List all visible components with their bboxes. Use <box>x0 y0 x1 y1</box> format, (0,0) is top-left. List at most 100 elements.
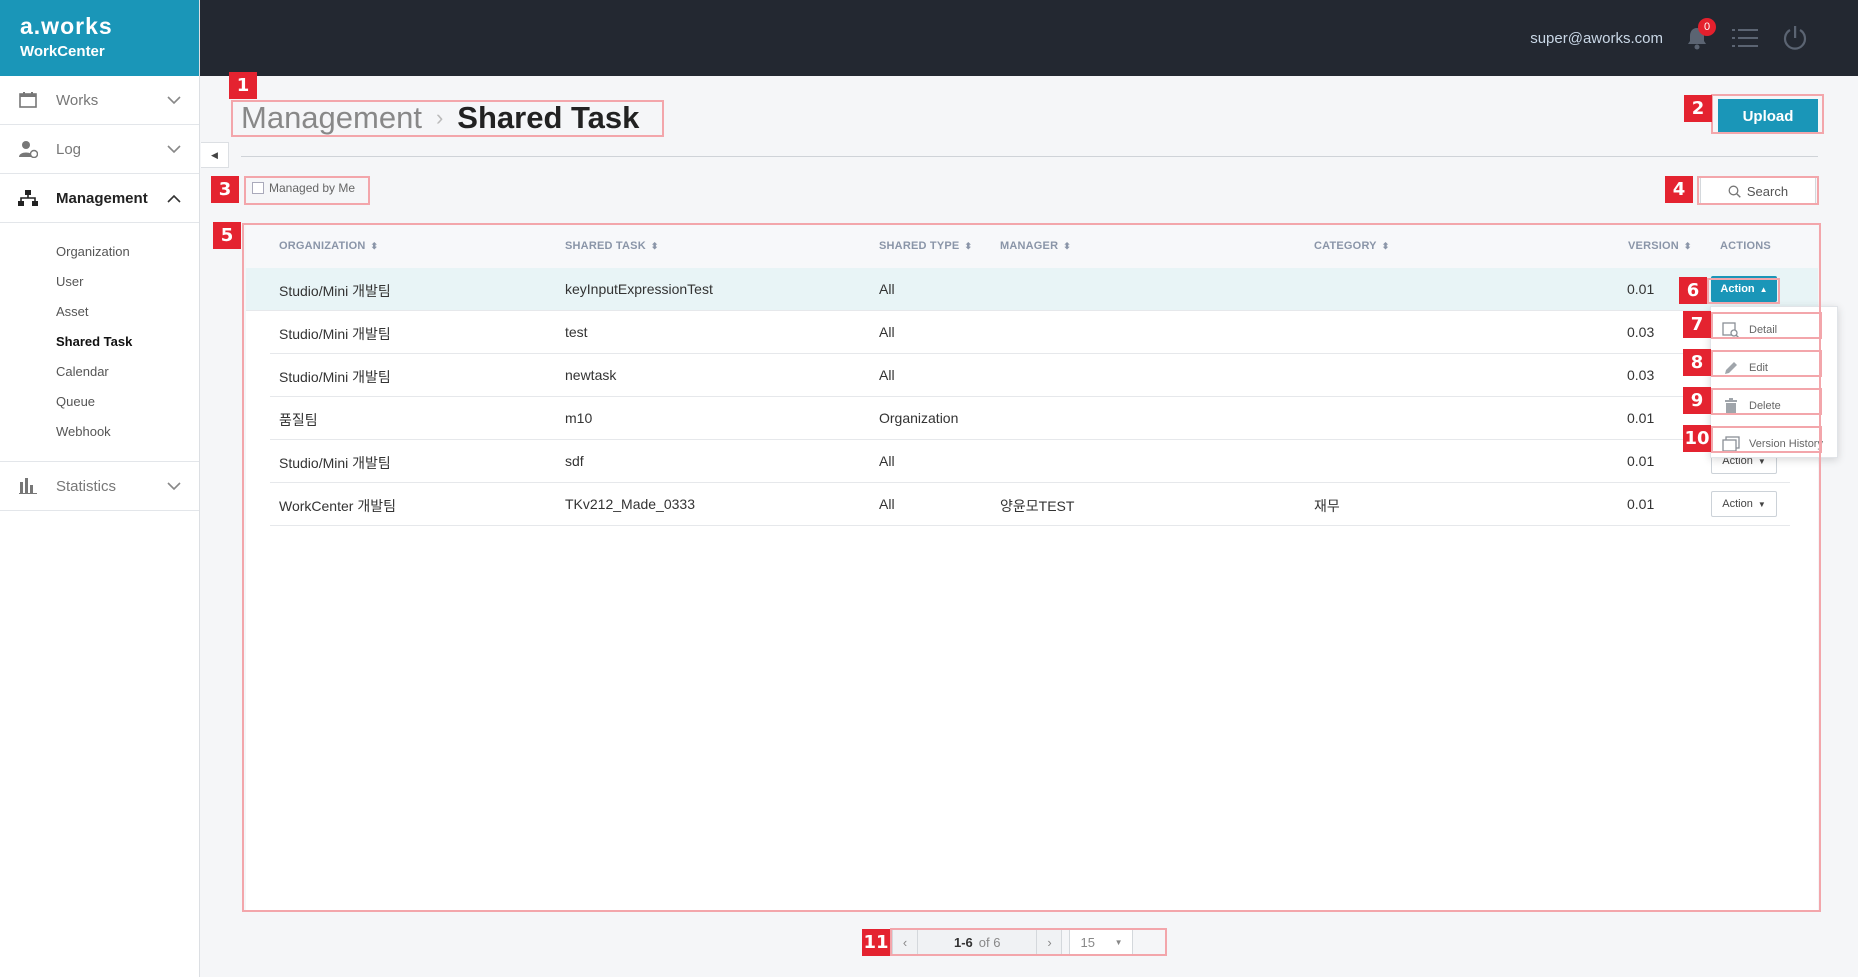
annotation-marker: 11 <box>862 929 890 956</box>
menu-item-version-history[interactable]: Version History <box>1715 429 1823 459</box>
bar-chart-icon <box>18 476 38 496</box>
chevron-down-icon <box>167 141 181 158</box>
user-email[interactable]: super@aworks.com <box>1530 30 1663 47</box>
caret-down-icon: ▼ <box>1757 499 1766 509</box>
cell-shared-task: m10 <box>565 410 593 426</box>
sidebar-collapse-toggle[interactable]: ◀ <box>201 142 229 168</box>
managed-by-me-filter[interactable]: Managed by Me <box>252 181 355 195</box>
search-icon <box>1728 185 1741 198</box>
breadcrumb: Management › Shared Task <box>241 100 639 136</box>
cell-shared-task: sdf <box>565 453 584 469</box>
sidebar-item-log[interactable]: Log <box>0 125 199 174</box>
subnav-item-webhook[interactable]: Webhook <box>0 417 199 447</box>
shared-task-table: ORGANIZATION ⬍ SHARED TASK ⬍ SHARED TYPE ⬍ … <box>246 223 1818 910</box>
sidebar-item-works[interactable]: Works <box>0 76 199 125</box>
power-icon[interactable] <box>1782 25 1808 56</box>
subnav-item-queue[interactable]: Queue <box>0 387 199 417</box>
chevron-down-icon <box>167 92 181 109</box>
column-category[interactable]: CATEGORY ⬍ <box>1314 240 1389 252</box>
cell-organization: Studio/Mini 개발팀 <box>279 369 391 385</box>
table-row[interactable]: Studio/Mini 개발팀 sdf All 0.01 Action ▼ <box>270 440 1790 483</box>
page-size-select[interactable]: 15 ▼ <box>1069 929 1134 956</box>
table-row[interactable]: WorkCenter 개발팀 TKv212_Made_0333 All 양윤모T… <box>270 483 1790 526</box>
caret-left-icon: ◀ <box>211 149 218 160</box>
sidebar-item-label: Management <box>56 189 148 207</box>
pencil-icon <box>1721 358 1741 378</box>
sort-icon: ⬍ <box>1381 241 1390 251</box>
chevron-down-icon <box>167 478 181 495</box>
subnav-item-asset[interactable]: Asset <box>0 297 199 327</box>
sidebar-item-management[interactable]: Management <box>0 174 199 223</box>
annotation-marker: 1 <box>229 72 257 99</box>
page-range: 1-6 of 6 <box>918 929 1037 956</box>
column-manager[interactable]: MANAGER ⬍ <box>1000 240 1071 252</box>
action-button[interactable]: Action ▼ <box>1711 491 1777 517</box>
chevron-up-icon <box>167 190 181 207</box>
column-organization[interactable]: ORGANIZATION ⬍ <box>279 240 378 252</box>
cell-organization: Studio/Mini 개발팀 <box>279 283 391 299</box>
cell-organization: Studio/Mini 개발팀 <box>279 326 391 342</box>
table-row[interactable]: Studio/Mini 개발팀 test All 0.03 <box>270 311 1790 354</box>
cell-manager: 양윤모TEST <box>1000 498 1075 514</box>
caret-down-icon: ▼ <box>1114 938 1123 947</box>
subnav-item-calendar[interactable]: Calendar <box>0 357 199 387</box>
brand-block[interactable]: a.works WorkCenter <box>0 0 199 76</box>
sidebar-item-statistics[interactable]: Statistics <box>0 462 199 511</box>
action-button[interactable]: Action ▲ <box>1711 276 1777 302</box>
action-dropdown-menu: Detail Edit Delete Version History <box>1710 306 1838 458</box>
cell-category: 재무 <box>1314 498 1340 514</box>
managed-by-me-label: Managed by Me <box>269 181 356 195</box>
cell-shared-type: All <box>879 324 895 340</box>
annotation-marker: 4 <box>1665 176 1693 203</box>
sidebar: a.works WorkCenter Works Log Management … <box>0 0 200 977</box>
managed-by-me-checkbox[interactable] <box>252 182 264 194</box>
cell-shared-task: keyInputExpressionTest <box>565 281 713 297</box>
sort-icon: ⬍ <box>1063 241 1071 251</box>
column-shared-task[interactable]: SHARED TASK ⬍ <box>565 240 659 252</box>
table-row[interactable]: 품질팀 m10 Organization 0.01 <box>270 397 1790 440</box>
column-shared-type[interactable]: SHARED TYPE ⬍ <box>879 240 972 252</box>
sidebar-item-label: Log <box>56 140 82 158</box>
caret-up-icon: ▲ <box>1759 284 1768 294</box>
sort-icon: ⬍ <box>1683 241 1692 251</box>
cell-version: 0.01 <box>1627 410 1655 426</box>
cell-version: 0.01 <box>1627 453 1655 469</box>
cell-shared-type: Organization <box>879 410 959 426</box>
table-row[interactable]: Studio/Mini 개발팀 newtask All 0.03 <box>270 354 1790 397</box>
brand-product: WorkCenter <box>20 43 105 60</box>
annotation-marker: 7 <box>1683 311 1711 338</box>
subnav-item-shared-task[interactable]: Shared Task <box>0 327 199 357</box>
calendar-icon <box>18 90 38 110</box>
column-version[interactable]: VERSION ⬍ <box>1628 240 1692 252</box>
cell-shared-type: All <box>879 367 895 383</box>
column-actions: ACTIONS <box>1720 240 1771 252</box>
cell-version: 0.03 <box>1627 367 1655 383</box>
breadcrumb-parent[interactable]: Management <box>241 100 422 136</box>
search-button[interactable]: Search <box>1700 177 1816 205</box>
prev-page-button[interactable]: ‹ <box>892 929 918 956</box>
pagination: ‹ 1-6 of 6 › 15 ▼ <box>892 929 1134 956</box>
annotation-marker: 2 <box>1684 95 1712 122</box>
upload-button[interactable]: Upload <box>1718 99 1818 134</box>
menu-item-detail[interactable]: Detail <box>1715 315 1823 345</box>
sidebar-item-label: Works <box>56 91 99 109</box>
brand-logo: a.works <box>20 13 113 39</box>
cell-version: 0.01 <box>1627 496 1655 512</box>
trash-icon <box>1721 396 1741 416</box>
cell-organization: Studio/Mini 개발팀 <box>279 455 391 471</box>
next-page-button[interactable]: › <box>1036 929 1063 956</box>
annotation-marker: 8 <box>1683 349 1711 376</box>
cell-shared-type: All <box>879 453 895 469</box>
list-icon[interactable] <box>1732 27 1758 54</box>
subnav-item-organization[interactable]: Organization <box>0 237 199 267</box>
subnav-item-user[interactable]: User <box>0 267 199 297</box>
management-subnav: Organization User Asset Shared Task Cale… <box>0 223 199 462</box>
table-row[interactable]: Studio/Mini 개발팀 keyInputExpressionTest A… <box>246 268 1818 311</box>
top-bar: super@aworks.com 0 <box>200 0 1858 76</box>
menu-item-delete[interactable]: Delete <box>1715 391 1823 421</box>
cell-shared-type: All <box>879 281 895 297</box>
menu-item-edit[interactable]: Edit <box>1715 353 1823 383</box>
annotation-marker: 6 <box>1679 277 1707 304</box>
cell-version: 0.01 <box>1627 281 1655 297</box>
annotation-marker: 3 <box>211 176 239 203</box>
